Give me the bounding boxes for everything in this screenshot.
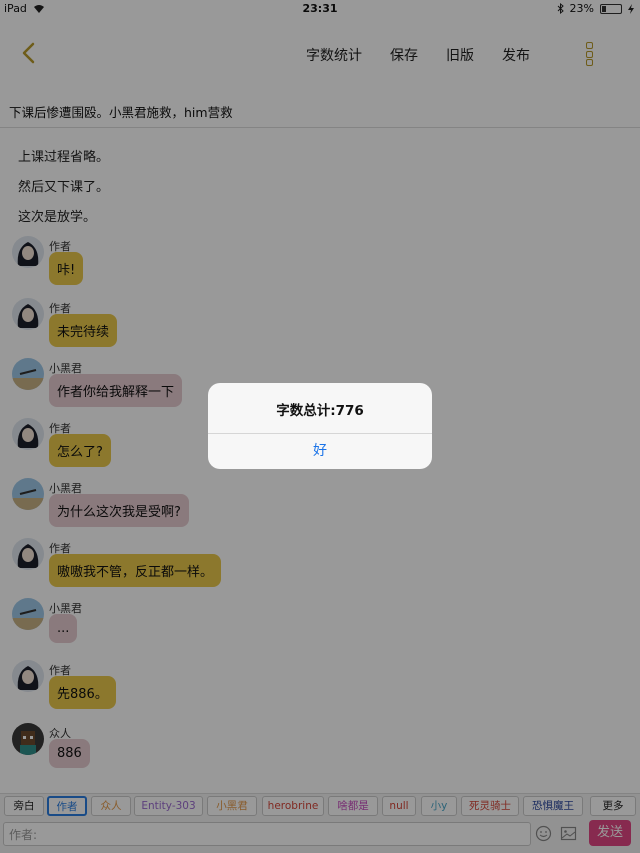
alert-title: 字数总计:776 bbox=[276, 403, 364, 419]
word-count-alert: 字数总计:776 好 bbox=[208, 383, 432, 469]
alert-ok-button[interactable]: 好 bbox=[208, 434, 432, 469]
